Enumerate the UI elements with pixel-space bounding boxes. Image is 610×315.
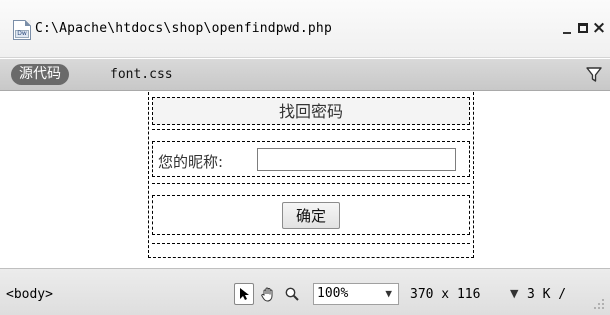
nickname-label: 您的昵称: — [158, 153, 224, 171]
hand-icon — [261, 287, 273, 302]
design-view: 找回密码 您的昵称: 确定 — [0, 92, 610, 268]
zoom-value: 100% — [317, 286, 349, 301]
spacer-row — [152, 243, 470, 249]
chevron-down-icon[interactable]: ▼ — [510, 287, 518, 300]
resize-grip-icon[interactable] — [592, 297, 606, 311]
form-title: 找回密码 — [278, 102, 343, 121]
maximize-button[interactable] — [575, 16, 591, 40]
document-window: Dw C:\Apache\htdocs\shop\openfindpwd.php… — [0, 0, 610, 315]
title-bar: Dw C:\Apache\htdocs\shop\openfindpwd.php… — [0, 0, 610, 58]
spacer-row — [152, 129, 470, 135]
window-size-readout[interactable]: 370 x 116 — [410, 287, 480, 302]
select-tool-button[interactable] — [234, 283, 254, 305]
arrow-pointer-icon — [240, 288, 249, 300]
related-file-font-css[interactable]: font.css — [110, 67, 173, 82]
submit-row: 确定 — [152, 195, 470, 235]
confirm-button[interactable]: 确定 — [282, 202, 340, 229]
page-fold — [25, 20, 31, 26]
download-size-readout: 3 K / — [527, 287, 567, 302]
minimize-icon — [563, 32, 571, 34]
magnifier-icon — [285, 287, 299, 301]
close-button[interactable]: × — [592, 16, 606, 40]
spacer-row — [152, 183, 470, 189]
funnel-icon[interactable] — [585, 65, 603, 85]
zoom-tool-button[interactable] — [282, 283, 302, 305]
zoom-select[interactable]: 100% ▼ — [313, 283, 399, 305]
window-title: C:\Apache\htdocs\shop\openfindpwd.php — [35, 21, 332, 36]
nickname-input[interactable] — [257, 148, 456, 171]
status-bar: <body> 100% ▼ 370 x 116 ▼ 3 K / — [0, 268, 610, 315]
minimize-button[interactable] — [560, 16, 574, 40]
related-files-bar: 源代码 font.css — [0, 59, 610, 91]
source-code-button[interactable]: 源代码 — [11, 64, 69, 85]
tag-selector-body[interactable]: <body> — [6, 287, 53, 302]
form-table: 找回密码 您的昵称: 确定 — [148, 92, 474, 258]
maximize-icon — [578, 23, 588, 33]
hand-tool-button[interactable] — [258, 283, 278, 305]
nickname-row: 您的昵称: — [152, 141, 470, 177]
form-title-row: 找回密码 — [152, 97, 470, 125]
dreamweaver-doc-icon: Dw — [13, 20, 31, 40]
close-icon: × — [591, 18, 607, 38]
doc-icon-label: Dw — [15, 30, 29, 38]
chevron-down-icon: ▼ — [385, 287, 392, 300]
